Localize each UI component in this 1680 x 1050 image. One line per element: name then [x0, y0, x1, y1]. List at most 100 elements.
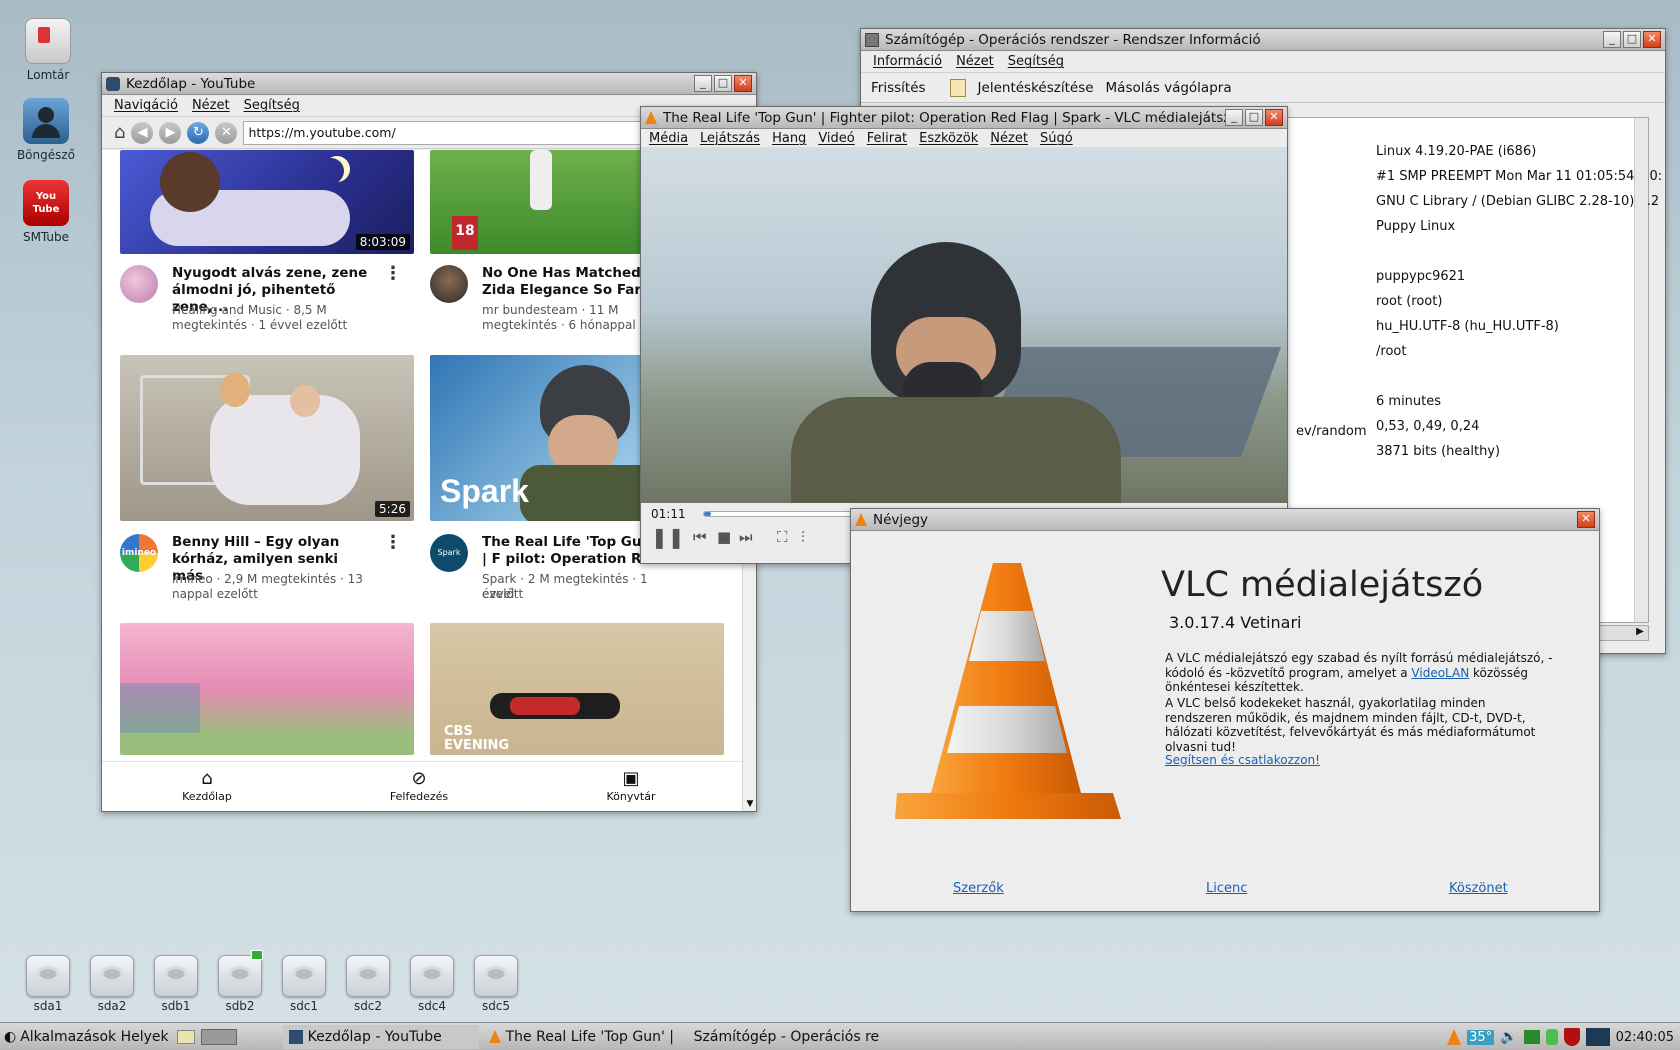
- system-tray: 35° 🔉 02:40:05: [1447, 1023, 1680, 1050]
- start-menu[interactable]: Alkalmazások Helyek: [20, 1029, 168, 1045]
- scroll-down-icon[interactable]: ▼: [743, 799, 756, 809]
- previous-icon[interactable]: ⏮: [693, 528, 707, 546]
- menu-item[interactable]: Súgó: [1040, 131, 1073, 146]
- minimize-button[interactable]: _: [1225, 109, 1243, 126]
- menu-item[interactable]: Videó: [818, 131, 854, 146]
- video-thumbnail[interactable]: CBS EVENING: [430, 623, 724, 755]
- equalizer-icon[interactable]: ⫶: [801, 528, 805, 546]
- join-link[interactable]: Segítsen és csatlakozzon!: [1165, 753, 1320, 768]
- taskbar-task[interactable]: Kezdőlap - YouTube: [282, 1024, 479, 1049]
- sysinfo-value: Linux 4.19.20-PAE (i686): [1376, 144, 1537, 159]
- sysinfo-titlebar[interactable]: Számítógép - Operációs rendszer - Rendsz…: [861, 29, 1665, 51]
- channel-avatar[interactable]: Spark: [430, 534, 468, 572]
- video-thumbnail[interactable]: [120, 623, 414, 755]
- start-menu-icon[interactable]: ◐: [4, 1029, 16, 1045]
- menu-item[interactable]: Lejátszás: [700, 131, 760, 146]
- volume-icon[interactable]: 🔉: [1500, 1029, 1517, 1045]
- video-thumbnail[interactable]: 5:26: [120, 355, 414, 521]
- license-link[interactable]: Licenc: [1206, 881, 1247, 896]
- more-options-icon[interactable]: ⋮: [384, 532, 402, 553]
- network-icon[interactable]: [1523, 1030, 1540, 1044]
- stop-icon[interactable]: ✕: [215, 121, 238, 144]
- more-options-icon[interactable]: ⋮: [384, 263, 402, 284]
- menu-item[interactable]: Segítség: [244, 98, 300, 113]
- nav-library[interactable]: ▣ Könyvtár: [576, 768, 686, 803]
- drive-icon[interactable]: sdc2: [340, 955, 396, 1013]
- stop-icon[interactable]: ■: [717, 528, 731, 546]
- scroll-right-icon[interactable]: ▶: [1632, 626, 1648, 640]
- nav-explore[interactable]: ⊘ Felfedezés: [364, 768, 474, 803]
- menu-item[interactable]: Hang: [772, 131, 806, 146]
- desktop-icon-browser[interactable]: Böngésző: [6, 98, 86, 162]
- menu-item[interactable]: Nézet: [192, 98, 230, 113]
- drive-icon[interactable]: sdc1: [276, 955, 332, 1013]
- taskbar: ◐ Alkalmazások Helyek Kezdőlap - YouTube…: [0, 1022, 1680, 1050]
- menu-item[interactable]: Navigáció: [114, 98, 178, 113]
- fullscreen-icon[interactable]: ⛶: [777, 528, 788, 546]
- channel-avatar[interactable]: imineo: [120, 534, 158, 572]
- minimize-button[interactable]: _: [1603, 31, 1621, 48]
- channel-avatar[interactable]: [430, 265, 468, 303]
- menu-item[interactable]: Nézet: [990, 131, 1028, 146]
- firewall-shield-icon[interactable]: [1563, 1028, 1580, 1046]
- minimize-button[interactable]: _: [694, 75, 712, 92]
- taskbar-task[interactable]: Számítógép - Operációs re: [683, 1025, 883, 1049]
- menu-item[interactable]: Felirat: [867, 131, 907, 146]
- video-area[interactable]: [641, 147, 1287, 503]
- show-desktop-icon[interactable]: [176, 1029, 195, 1044]
- report-button[interactable]: Jelentéskészítése: [978, 80, 1094, 96]
- vertical-scrollbar[interactable]: [1634, 118, 1648, 622]
- drive-icon[interactable]: sdc4: [404, 955, 460, 1013]
- about-titlebar[interactable]: Névjegy ✕: [851, 509, 1599, 531]
- desktop-icon-label: Böngésző: [16, 148, 76, 162]
- vlc-window: The Real Life 'Top Gun' | Fighter pilot:…: [640, 106, 1288, 564]
- menu-item[interactable]: Információ: [873, 54, 942, 69]
- menu-item[interactable]: Segítség: [1008, 54, 1064, 69]
- close-button[interactable]: ✕: [1265, 109, 1283, 126]
- desktop-icon-smtube[interactable]: You Tube SMTube: [6, 180, 86, 244]
- videolan-link[interactable]: VideoLAN: [1411, 666, 1469, 680]
- youtube-titlebar[interactable]: Kezdőlap - YouTube _ □ ✕: [102, 73, 756, 95]
- close-button[interactable]: ✕: [1643, 31, 1661, 48]
- menu-item[interactable]: Média: [649, 131, 688, 146]
- desktop-icon-trash[interactable]: Lomtár: [8, 18, 88, 82]
- back-icon[interactable]: ◀: [131, 121, 154, 144]
- copy-button[interactable]: Másolás vágólapra: [1106, 80, 1232, 96]
- pause-icon[interactable]: ❚❚: [651, 525, 685, 549]
- close-button[interactable]: ✕: [734, 75, 752, 92]
- video-title[interactable]: The Real Life 'Top Gun' | F pilot: Opera…: [482, 534, 662, 568]
- home-icon[interactable]: ⌂: [114, 122, 125, 143]
- youtube-icon: You Tube: [23, 180, 69, 226]
- workspace-switcher[interactable]: [200, 1028, 237, 1045]
- cpu-monitor-icon[interactable]: [1585, 1028, 1610, 1046]
- close-button[interactable]: ✕: [1577, 511, 1595, 528]
- storage-icon[interactable]: [1545, 1029, 1558, 1045]
- vlc-tray-icon[interactable]: [1447, 1029, 1462, 1045]
- maximize-button[interactable]: □: [714, 75, 732, 92]
- app-version: 3.0.17.4 Vetinari: [1169, 613, 1302, 632]
- next-icon[interactable]: ⏭: [739, 528, 753, 546]
- reload-icon[interactable]: ↻: [187, 121, 210, 144]
- maximize-button[interactable]: □: [1623, 31, 1641, 48]
- forward-icon[interactable]: ▶: [159, 121, 182, 144]
- nav-home[interactable]: ⌂ Kezdőlap: [152, 768, 262, 803]
- authors-link[interactable]: Szerzők: [953, 881, 1004, 896]
- video-thumbnail[interactable]: 8:03:09: [120, 150, 414, 254]
- vlc-titlebar[interactable]: The Real Life 'Top Gun' | Fighter pilot:…: [641, 107, 1287, 129]
- drive-icon[interactable]: sdb1: [148, 955, 204, 1013]
- drive-icon[interactable]: sda1: [20, 955, 76, 1013]
- drive-label: sda2: [97, 999, 127, 1013]
- drive-disk-icon: [26, 955, 70, 997]
- menu-item[interactable]: Eszközök: [919, 131, 978, 146]
- taskbar-task[interactable]: The Real Life 'Top Gun' | Fi: [483, 1025, 679, 1049]
- menu-item[interactable]: Nézet: [956, 54, 994, 69]
- channel-avatar[interactable]: [120, 265, 158, 303]
- video-title[interactable]: No One Has Matched Zida Elegance So Far: [482, 265, 658, 299]
- drive-icon[interactable]: sdc5: [468, 955, 524, 1013]
- maximize-button[interactable]: □: [1245, 109, 1263, 126]
- thanks-link[interactable]: Köszönet: [1449, 881, 1508, 896]
- about-window: Névjegy ✕ VLC médialejátszó 3.0.17.4 Vet…: [850, 508, 1600, 912]
- drive-icon[interactable]: sdb2: [212, 950, 268, 1013]
- refresh-button[interactable]: Frissítés: [871, 80, 926, 96]
- drive-icon[interactable]: sda2: [84, 955, 140, 1013]
